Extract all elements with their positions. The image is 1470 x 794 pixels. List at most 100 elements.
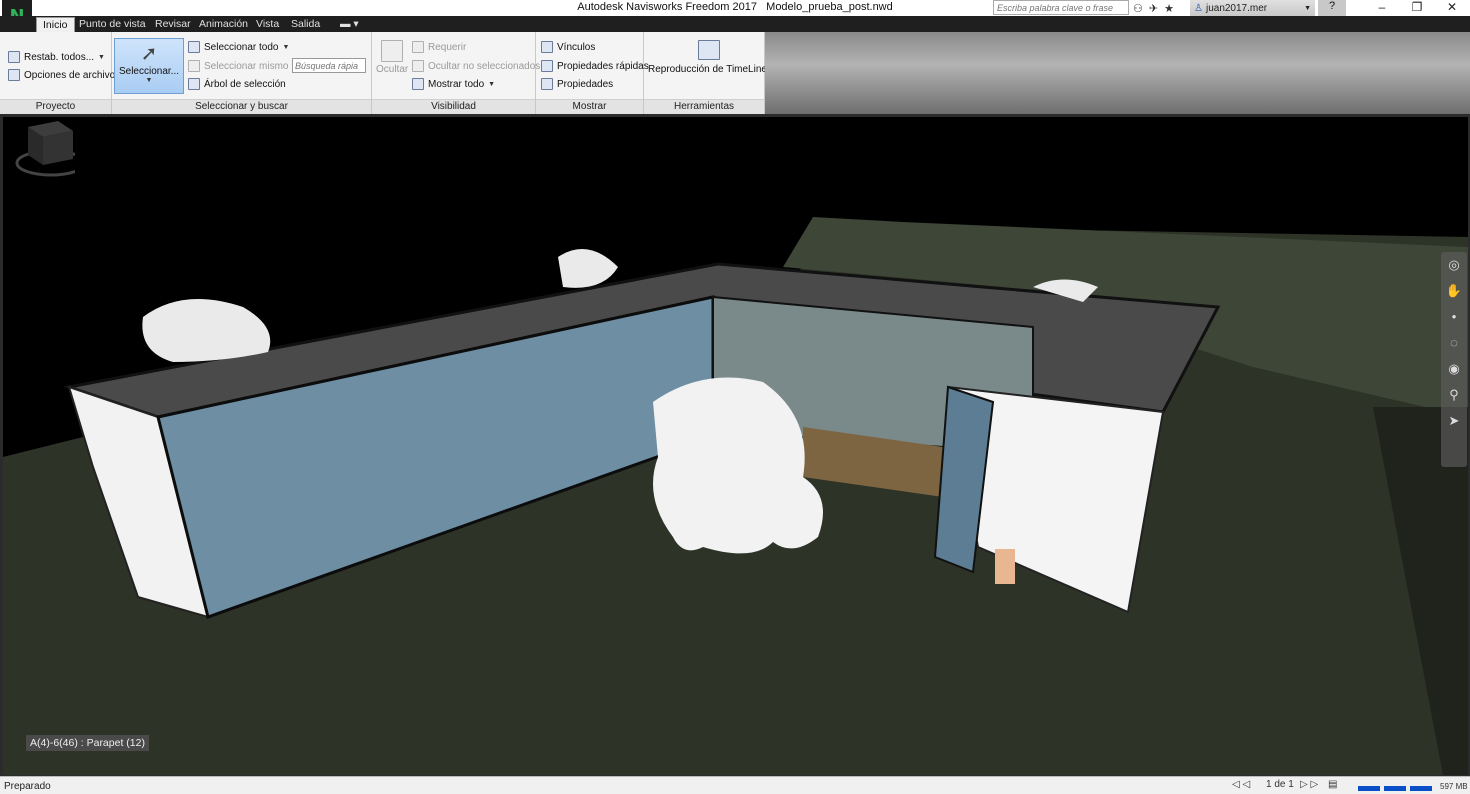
tab-animacion[interactable]: Animación [193,17,254,32]
select-all-button[interactable]: Seleccionar todo ▼ [188,41,289,53]
require-label: Requerir [428,41,467,53]
keyword-search-input[interactable] [993,0,1129,15]
quick-find-input[interactable] [292,58,366,73]
minimize-button[interactable]: – [1364,0,1400,16]
steering-wheel-icon[interactable]: ◎ [1441,252,1467,278]
panel-title-mostrar: Mostrar [536,99,643,114]
viewcube-icon[interactable] [3,117,75,179]
help-button[interactable]: ? [1318,0,1346,16]
select-button[interactable]: ➚ Seleccionar... ▼ [114,38,184,94]
panel-proyecto: Restab. todos... ▼ Opciones de archivo P… [0,32,115,114]
select-same-button[interactable]: Seleccionar mismo ▼ [188,60,299,72]
properties-button[interactable]: Propiedades [541,78,613,90]
quick-properties-button[interactable]: Propiedades rápidas [541,60,649,72]
file-options-label: Opciones de archivo [24,69,116,81]
tab-inicio[interactable]: Inicio [36,17,75,32]
reset-icon [8,51,20,63]
select-arrow-icon[interactable]: ➤ [1441,408,1467,434]
hide-unselected-button[interactable]: Ocultar no seleccionados [412,60,540,72]
hide-icon [381,40,404,62]
panel-title-seleccionar: Seleccionar y buscar [112,99,371,114]
app-title: Autodesk Navisworks Freedom 2017 [577,1,757,13]
quick-properties-icon [541,60,553,72]
panel-mostrar: Vínculos Propiedades rápidas Propiedades… [536,32,649,114]
user-account-button[interactable]: ♙ juan2017.mer ▼ [1190,0,1315,16]
user-icon: ♙ [1194,2,1203,14]
status-text: Preparado [4,781,51,792]
camera-icon: ▬ ▾ [340,18,359,30]
select-all-icon [188,41,200,53]
ribbon-empty-area [765,32,1470,114]
show-all-icon [412,78,424,90]
binoculars-icon[interactable]: ⚇ [1133,2,1143,15]
require-icon [412,41,424,53]
selection-tree-icon [188,78,200,90]
restore-button[interactable]: ❐ [1399,0,1435,16]
panel-title-proyecto: Proyecto [0,99,111,114]
panel-title-herramientas: Herramientas [644,99,764,114]
quick-properties-label: Propiedades rápidas [557,60,649,72]
properties-icon [541,78,553,90]
user-name: juan2017.mer [1205,2,1268,14]
tab-revisar[interactable]: Revisar [149,17,197,32]
close-button[interactable]: ✕ [1434,0,1470,16]
tab-punto-de-vista[interactable]: Punto de vista [73,17,152,32]
satellite-icon[interactable]: ✈ [1149,2,1158,15]
timeliner-playback-button[interactable]: Reproducción de TimeLiner [648,40,770,75]
chevron-down-icon: ▼ [488,80,496,88]
help-label: ? [1328,0,1336,12]
selection-tree-button[interactable]: Árbol de selección [188,78,286,90]
orbit-icon[interactable]: ◌ [1441,330,1467,356]
pointer-cursor-icon: ➚ [140,43,158,65]
page-nav-prev[interactable]: ◁ ◁ [1232,779,1250,790]
east-door [995,549,1015,584]
tree-back [558,249,618,288]
3d-viewport[interactable]: ◎ ✋ • ◌ ◉ ⚲ ➤ A(4)-6(46) : Parapet (12) [3,117,1468,775]
memory-usage: 597 MB [1440,782,1468,791]
links-label: Vínculos [557,41,596,53]
title-bar: Autodesk Navisworks Freedom 2017 Modelo_… [0,0,1470,16]
chevron-down-icon: ▼ [282,43,290,51]
file-options-button[interactable]: Opciones de archivo [8,69,115,81]
select-button-label: Seleccionar... [118,66,180,77]
pan-hand-icon[interactable]: ✋ [1441,278,1467,304]
tab-vista[interactable]: Vista [250,17,285,32]
page-nav-next[interactable]: ▷ ▷ [1300,779,1318,790]
properties-label: Propiedades [557,78,614,90]
pencil-progress-bar [1358,786,1380,791]
show-all-button[interactable]: Mostrar todo ▼ [412,78,495,90]
tree-left [142,299,271,362]
chevron-down-icon: ▼ [145,77,153,84]
select-same-label: Seleccionar mismo [204,60,289,72]
tab-extra-dropdown[interactable]: ▬ ▾ [334,17,365,32]
look-around-icon[interactable]: ◉ [1441,356,1467,382]
status-bar: Preparado ◁ ◁ 1 de 1 ▷ ▷ ▤ 597 MB [0,776,1470,794]
chevron-down-icon: ▼ [98,53,105,61]
timeliner-clock-icon [698,40,721,60]
title-toolbar-icons: ⚇ ✈ ★ [1133,0,1174,16]
ribbon: Restab. todos... ▼ Opciones de archivo P… [0,32,770,114]
hide-label: Ocultar [376,64,409,75]
sheet-browser-icon[interactable]: ▤ [1328,779,1337,790]
chevron-down-icon: ▼ [1304,4,1311,12]
links-button[interactable]: Vínculos [541,41,595,53]
panel-seleccionar-buscar: ➚ Seleccionar... ▼ Seleccionar todo ▼ Se… [112,32,372,114]
hide-unselected-label: Ocultar no seleccionados [428,60,541,72]
ribbon-tabs: Inicio Punto de vista Revisar Animación … [0,16,1470,32]
panel-visibilidad: Ocultar Requerir Ocultar no seleccionado… [372,32,540,114]
reset-all-button[interactable]: Restab. todos... ▼ [8,51,105,63]
favorites-star-icon[interactable]: ★ [1164,2,1174,15]
page-indicator: 1 de 1 [1266,779,1294,790]
selection-tree-label: Árbol de selección [204,78,286,90]
select-same-icon [188,60,200,72]
navisworks-window: Autodesk Navisworks Freedom 2017 Modelo_… [0,0,1470,794]
walk-icon[interactable]: ⚲ [1441,382,1467,408]
web-server-progress-bar [1410,786,1432,791]
show-all-label: Mostrar todo [428,78,485,90]
hide-button[interactable]: Ocultar [376,40,408,75]
timeliner-label: Reproducción de TimeLiner [648,64,771,75]
require-button[interactable]: Requerir [412,41,466,53]
hide-unselected-icon [412,60,424,72]
zoom-icon[interactable]: • [1441,304,1467,330]
tab-salida[interactable]: Salida [285,17,326,32]
